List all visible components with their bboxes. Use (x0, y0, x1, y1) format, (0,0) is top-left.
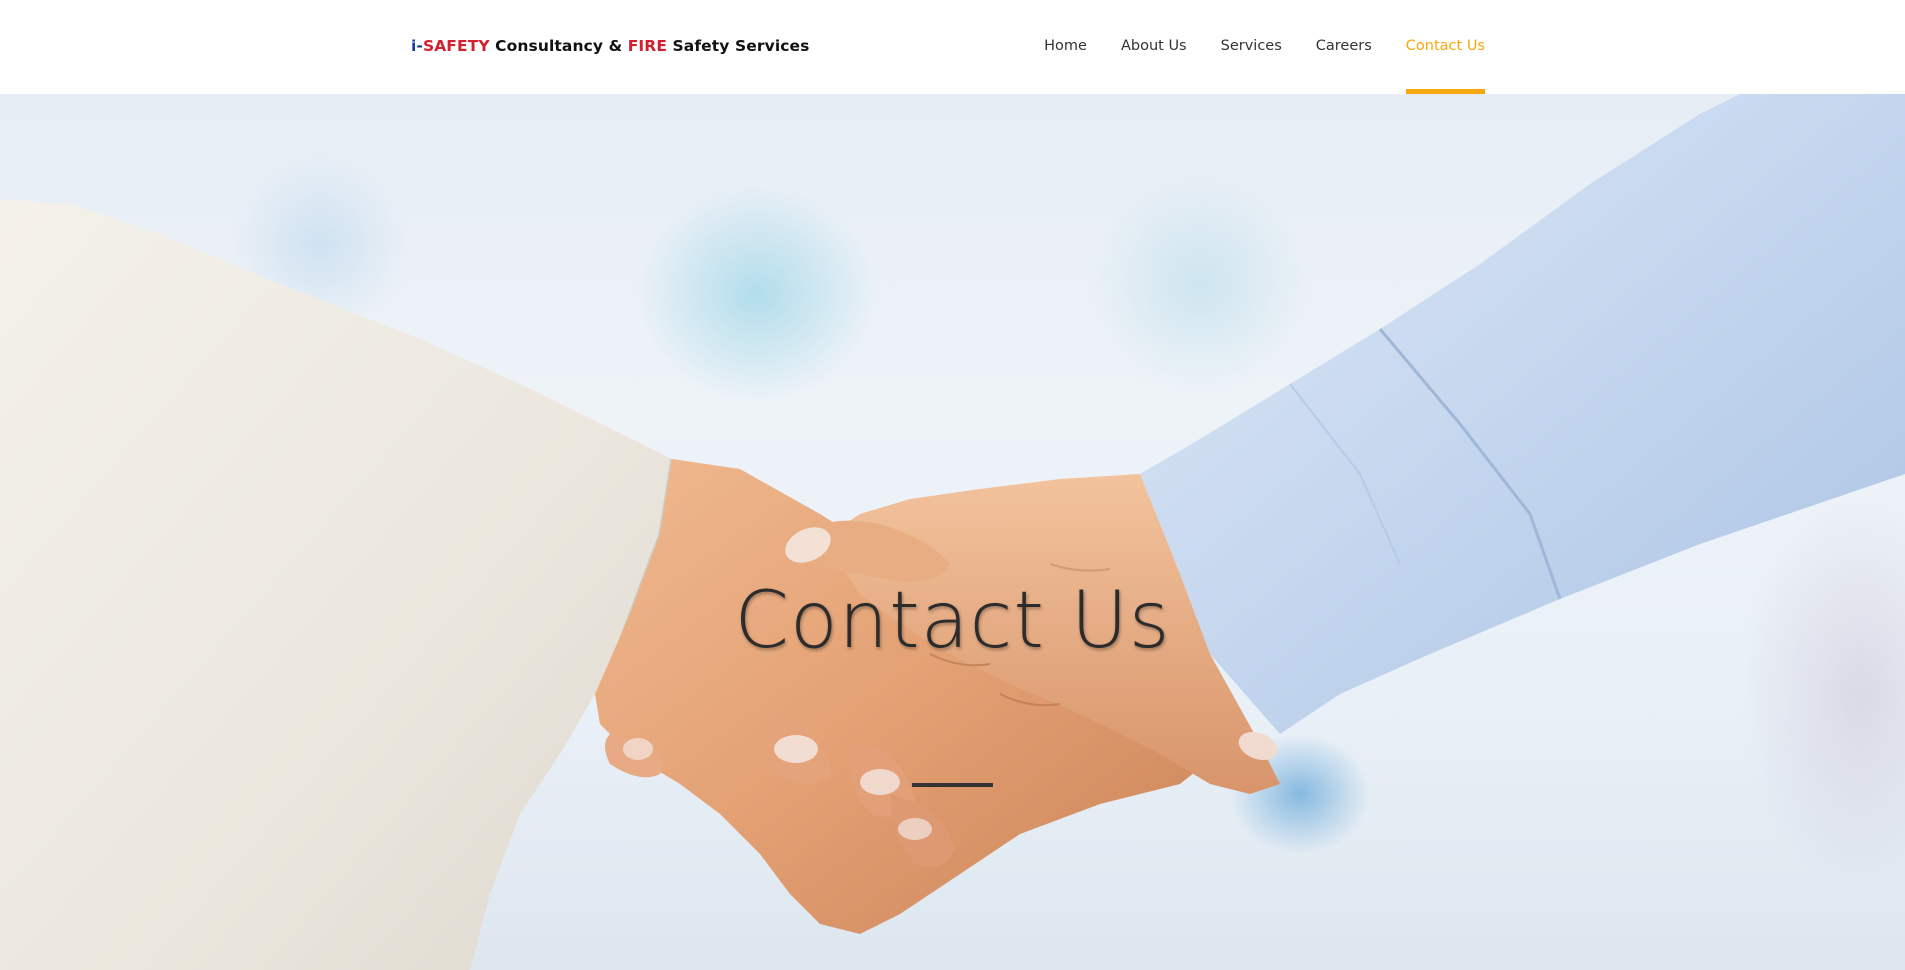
title-underline (912, 783, 993, 787)
nav-about-us[interactable]: About Us (1121, 0, 1187, 94)
site-header: i-SAFETY Consultancy & FIRE Safety Servi… (0, 0, 1905, 94)
hero-banner: Contact Us (0, 94, 1905, 970)
handshake-image (0, 94, 1905, 970)
logo-services: Safety Services (667, 37, 810, 55)
nav-contact-us[interactable]: Contact Us (1405, 0, 1486, 94)
logo-safety: SAFETY (422, 37, 490, 55)
logo-prefix: i- (411, 37, 423, 55)
site-logo[interactable]: i-SAFETY Consultancy & FIRE Safety Servi… (411, 37, 809, 55)
nav-home[interactable]: Home (1044, 0, 1087, 94)
logo-consultancy: Consultancy & (489, 37, 628, 55)
page-title: Contact Us (734, 576, 1171, 666)
nav-services[interactable]: Services (1221, 0, 1282, 94)
logo-fire: FIRE (627, 37, 668, 55)
main-nav: Home About Us Services Careers Contact U… (1010, 0, 1486, 94)
nav-careers[interactable]: Careers (1316, 0, 1372, 94)
